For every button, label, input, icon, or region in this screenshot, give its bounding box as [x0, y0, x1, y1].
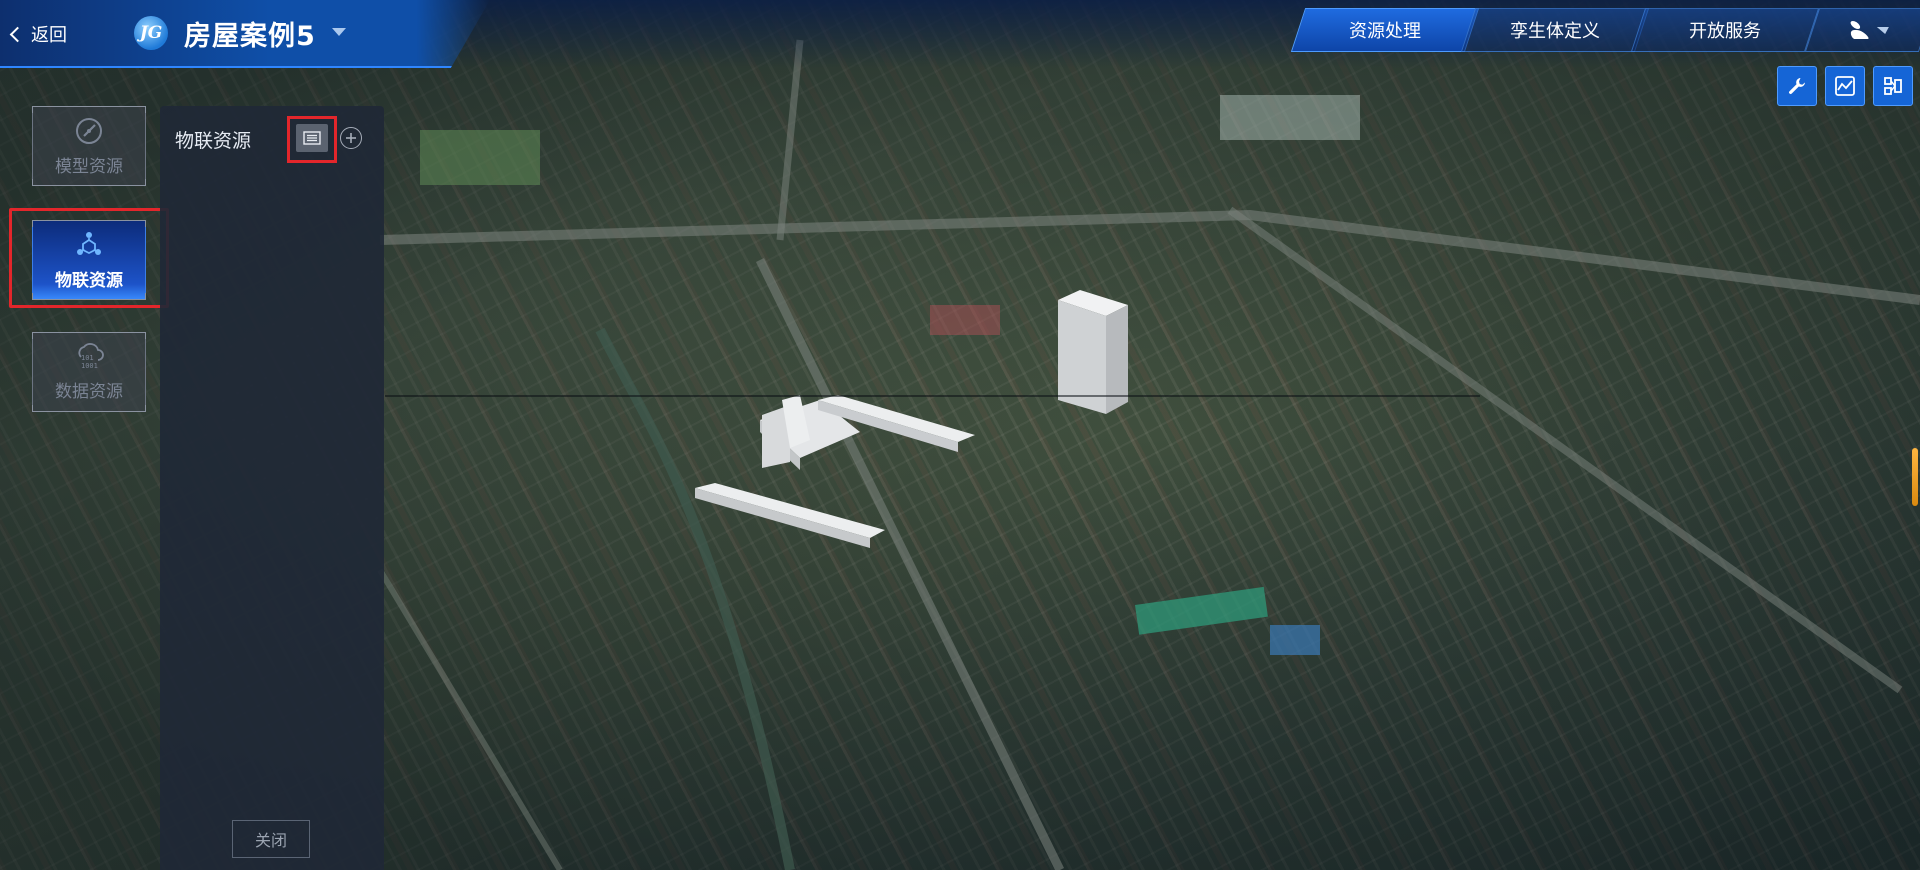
add-resource-button[interactable]	[340, 127, 362, 149]
svg-text:101: 101	[81, 354, 94, 362]
sidebar-item-label: 数据资源	[55, 381, 123, 402]
chevron-left-icon	[9, 26, 26, 42]
tab-open-service[interactable]: 开放服务	[1630, 8, 1820, 52]
wrench-icon	[1789, 78, 1805, 94]
compass-icon	[76, 117, 102, 144]
svg-text:1001: 1001	[81, 362, 98, 370]
tab-twin-definition[interactable]: 孪生体定义	[1460, 8, 1650, 52]
tab-resource-processing[interactable]: 资源处理	[1290, 8, 1480, 52]
top-bar: 返回 JG 房屋案例5 资源处理 孪生体定义 开放服务	[0, 0, 1920, 68]
user-menu[interactable]	[1804, 8, 1920, 52]
project-dropdown-caret-icon[interactable]	[332, 28, 346, 36]
layout-icon	[1884, 77, 1902, 95]
close-button[interactable]: 关闭	[232, 820, 310, 858]
scroll-handle[interactable]	[1912, 448, 1918, 506]
app-logo: JG	[134, 16, 168, 50]
plus-circle-icon	[346, 133, 356, 143]
iot-nodes-icon	[77, 231, 101, 255]
user-icon	[1845, 21, 1870, 39]
panel-title: 物联资源	[175, 130, 252, 152]
sidebar-item-label: 物联资源	[55, 270, 123, 291]
list-view-button[interactable]	[296, 124, 328, 152]
building-models	[695, 290, 1128, 548]
back-button[interactable]: 返回	[9, 20, 67, 48]
iot-resources-panel: 物联资源 关闭	[160, 106, 384, 870]
binary-cloud-icon: 101 1001	[78, 342, 104, 370]
back-label: 返回	[31, 25, 67, 46]
sidebar-item-model-resources[interactable]: 模型资源	[32, 106, 146, 186]
chart-button[interactable]	[1825, 66, 1865, 106]
chevron-down-icon	[1876, 26, 1892, 34]
line-chart-icon	[1835, 76, 1855, 96]
sidebar-item-data-resources[interactable]: 101 1001 数据资源	[32, 332, 146, 412]
sidebar-item-label: 模型资源	[55, 156, 123, 177]
sidebar-item-iot-resources[interactable]: 物联资源	[32, 220, 146, 300]
layout-button[interactable]	[1873, 66, 1913, 106]
wrench-button[interactable]	[1777, 66, 1817, 106]
project-title: 房屋案例5	[184, 21, 316, 52]
list-view-icon	[303, 131, 321, 145]
